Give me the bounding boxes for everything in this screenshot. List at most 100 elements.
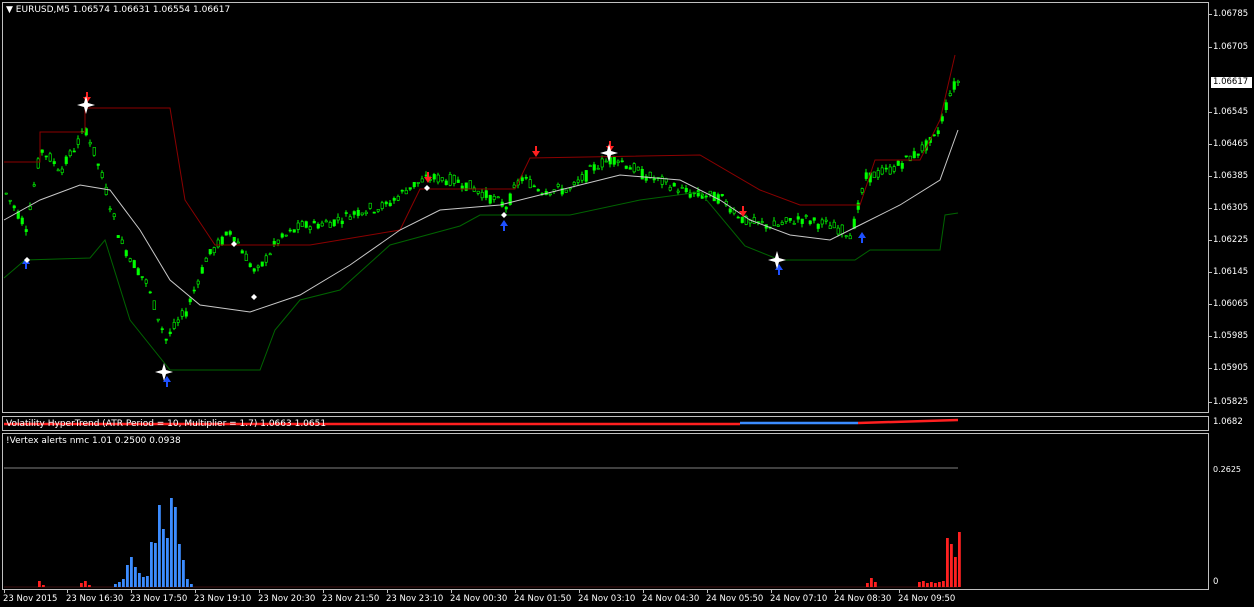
candle: [448, 174, 452, 186]
candle: [784, 217, 788, 222]
candle: [912, 151, 916, 159]
histogram-bar-red: [946, 538, 949, 587]
candle: [588, 165, 592, 167]
time-label: 23 Nov 20:30: [258, 594, 316, 604]
candle: [720, 194, 724, 197]
candle: [436, 174, 440, 183]
histogram-bar-red: [80, 583, 83, 587]
candle: [596, 167, 600, 170]
candle: [72, 150, 76, 153]
price-label: 1.06145: [1213, 267, 1249, 277]
time-label: 24 Nov 03:10: [578, 594, 636, 604]
candle: [504, 206, 508, 210]
candle: [32, 184, 36, 187]
candle: [632, 163, 636, 173]
candle: [260, 261, 264, 267]
candle: [452, 175, 456, 184]
candle: [948, 93, 952, 96]
vertex-star-icon: [77, 96, 95, 114]
candle: [232, 236, 236, 242]
price-tick: [1208, 368, 1212, 369]
candle: [604, 160, 608, 163]
candle: [808, 220, 812, 225]
candle: [696, 190, 700, 197]
candle: [780, 222, 784, 225]
candle: [372, 211, 376, 214]
time-tick: [387, 590, 388, 593]
candle: [652, 178, 656, 181]
candle: [112, 213, 116, 217]
histogram-bar-blue: [178, 544, 181, 587]
histogram-bar-blue: [126, 565, 129, 587]
candle: [892, 166, 896, 172]
histogram-bar-red: [918, 582, 921, 587]
candle: [864, 172, 868, 179]
candle: [856, 202, 860, 210]
time-label: 23 Nov 21:50: [322, 594, 380, 604]
histogram-bar-blue: [138, 573, 141, 587]
candle: [884, 167, 888, 170]
candle: [44, 155, 48, 158]
candle: [668, 186, 672, 191]
candle: [728, 208, 732, 213]
candle: [64, 156, 68, 164]
candle: [152, 300, 156, 310]
candle: [792, 222, 796, 225]
dropdown-triangle-icon[interactable]: ▼: [6, 5, 13, 15]
candle: [160, 328, 164, 330]
candle: [288, 229, 292, 232]
candle: [368, 202, 372, 209]
candle: [828, 225, 832, 229]
time-label: 23 Nov 17:50: [130, 594, 188, 604]
histogram-bar-blue: [130, 557, 133, 587]
price-tick: [1208, 112, 1212, 113]
candle: [36, 158, 40, 169]
candle: [844, 235, 848, 237]
candle: [136, 268, 140, 276]
histogram-bar-blue: [146, 576, 149, 587]
candle: [940, 116, 944, 122]
histogram-bar-red: [930, 582, 933, 587]
candle: [524, 177, 528, 179]
time-tick: [67, 590, 68, 593]
candle: [148, 291, 152, 294]
time-tick: [4, 590, 5, 593]
candle: [300, 221, 304, 227]
time-label: 23 Nov 19:10: [194, 594, 252, 604]
candle: [816, 223, 820, 229]
candle: [584, 170, 588, 182]
candle: [396, 196, 400, 201]
candle: [220, 236, 224, 245]
candle: [120, 239, 124, 244]
candle: [4, 192, 8, 195]
hypertrend-red-line: [857, 418, 959, 425]
candle: [476, 190, 480, 194]
candle: [180, 310, 184, 317]
candle: [496, 196, 500, 199]
price-label: 1.06545: [1213, 107, 1249, 117]
candle: [468, 180, 472, 189]
candle: [484, 190, 488, 198]
histogram-bar-blue: [134, 567, 137, 587]
time-tick: [643, 590, 644, 593]
candle: [308, 226, 312, 230]
candle: [108, 208, 112, 211]
candle: [128, 258, 132, 262]
candle: [360, 212, 364, 216]
histogram-bar-blue: [182, 560, 185, 587]
candle: [704, 195, 708, 198]
candle: [48, 153, 52, 162]
price-label: 1.06305: [1213, 203, 1249, 213]
symbol-ohlc-label: EURUSD,M5 1.06574 1.06631 1.06554 1.0661…: [15, 5, 231, 15]
vertex-star-icon: [155, 363, 173, 381]
candle: [876, 170, 880, 178]
time-tick: [579, 590, 580, 593]
candle: [380, 202, 384, 209]
histogram-bar-blue: [162, 529, 165, 587]
price-label: 1.06705: [1213, 42, 1249, 52]
candle: [336, 216, 340, 221]
candle: [512, 184, 516, 188]
candle: [880, 167, 884, 175]
candle: [312, 220, 316, 224]
candle: [572, 182, 576, 186]
